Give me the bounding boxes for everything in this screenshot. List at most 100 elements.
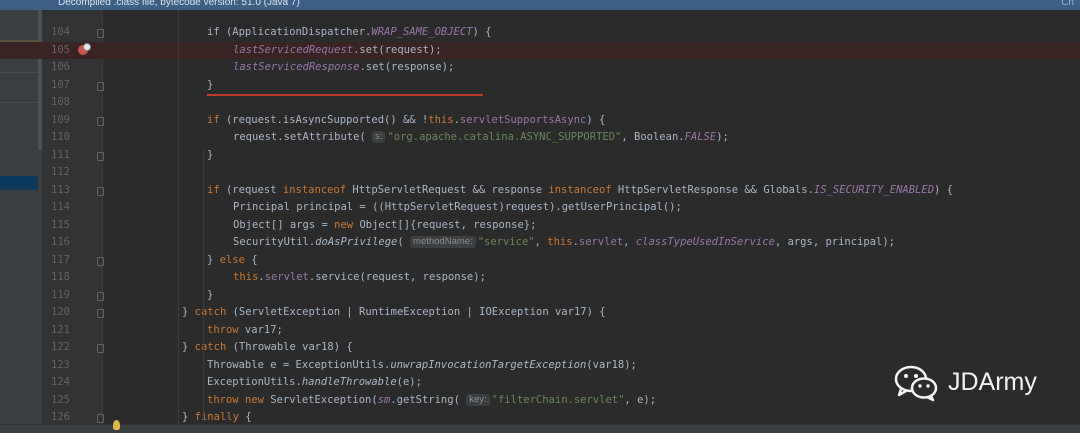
code-token: (request (219, 183, 283, 196)
code-token: this (428, 113, 454, 126)
code-line[interactable]: 109 if (request.isAsyncSupported() && !th… (0, 112, 1080, 130)
code-text: } catch (Throwable var18) { (182, 339, 353, 357)
line-number[interactable]: 110 (42, 129, 70, 147)
code-line[interactable]: 111} (0, 147, 1080, 165)
code-line[interactable]: 122 } catch (Throwable var18) { (0, 339, 1080, 357)
breakpoint-icon[interactable] (78, 42, 91, 55)
line-number[interactable]: 108 (42, 94, 70, 112)
code-token: Object[] args = (233, 218, 335, 231)
code-text: } (207, 287, 213, 305)
code-line-breakpoint[interactable]: 105 lastServicedRequest.set(request); (0, 41, 1080, 60)
code-token: throw (207, 323, 239, 336)
code-token: HttpServletRequest && response (346, 183, 549, 196)
code-token: classTypeUsedInService (635, 236, 775, 248)
line-number[interactable]: 112 (42, 164, 70, 182)
line-number[interactable]: 105 (42, 42, 70, 60)
fold-marker-icon[interactable] (97, 151, 104, 161)
code-token: } (207, 253, 220, 266)
code-token: Object[]{request, response}; (353, 218, 537, 231)
code-token: servlet (264, 271, 309, 283)
fold-marker-icon[interactable] (97, 344, 104, 353)
watermark: JDArmy (892, 362, 1037, 402)
fold-marker-icon[interactable] (97, 309, 104, 318)
fold-marker-icon[interactable] (97, 186, 104, 196)
fold-marker-icon[interactable] (97, 116, 104, 126)
code-token: instanceof (548, 183, 612, 196)
code-token: sm (377, 393, 391, 406)
code-token: .set(request); (353, 43, 442, 56)
line-number[interactable]: 123 (42, 357, 70, 375)
code-line[interactable]: 112 (0, 164, 1080, 182)
line-number[interactable]: 113 (42, 182, 70, 200)
line-number[interactable]: 120 (42, 304, 70, 322)
code-line[interactable]: 106 lastServicedResponse.set(response); (0, 59, 1080, 77)
code-line[interactable]: 108 (0, 94, 1080, 112)
code-token: catch (194, 341, 227, 353)
line-number[interactable]: 116 (42, 234, 70, 252)
code-token: finally (194, 411, 239, 423)
line-number[interactable]: 115 (42, 217, 70, 235)
code-token: if (207, 183, 220, 196)
line-number[interactable]: 106 (42, 59, 70, 77)
code-line[interactable]: 115 Object[] args = new Object[]{request,… (0, 217, 1080, 235)
code-line[interactable]: 113 if (request instanceof HttpServletReq… (0, 182, 1080, 200)
code-token: .getString( (390, 393, 467, 406)
code-line[interactable]: 119} (0, 287, 1080, 305)
code-token: , Boolean. (621, 131, 685, 143)
code-token: if (207, 113, 220, 126)
code-token: Throwable e = ExceptionUtils. (207, 358, 391, 371)
line-number[interactable]: 107 (42, 77, 70, 95)
line-number[interactable]: 119 (42, 287, 70, 305)
line-number[interactable]: 118 (42, 269, 70, 287)
lightbulb-icon[interactable] (113, 420, 120, 430)
code-line[interactable]: 110 request.setAttribute( s: "org.apache.c… (0, 129, 1080, 147)
choose-sources-link[interactable]: Ch (1061, 0, 1074, 8)
fold-marker-icon[interactable] (97, 256, 104, 266)
code-text: throw new ServletException(sm.getString(… (207, 392, 656, 410)
code-line[interactable]: 121 throw var17; (0, 322, 1080, 340)
indent-guide (203, 150, 204, 420)
code-token: else (219, 253, 245, 266)
code-text: this.servlet.service(request, response); (233, 269, 486, 287)
code-text: SecurityUtil.doAsPrivilege( methodName: "… (233, 234, 895, 252)
line-number[interactable]: 114 (42, 199, 70, 217)
fold-marker-icon[interactable] (97, 29, 104, 38)
line-number[interactable]: 124 (42, 374, 70, 392)
code-line[interactable]: 120 } catch (ServletException | RuntimeEx… (0, 304, 1080, 322)
wechat-logo-icon (894, 365, 938, 402)
fold-marker-icon[interactable] (97, 414, 104, 423)
code-line[interactable]: 114 Principal principal = ((HttpServletRe… (0, 199, 1080, 217)
line-number[interactable]: 121 (42, 322, 70, 340)
code-token: "service" (477, 236, 535, 248)
line-number[interactable]: 104 (42, 24, 70, 42)
decompiled-banner: Decompiled .class file, bytecode version… (0, 0, 1080, 10)
code-text: if (ApplicationDispatcher.WRAP_SAME_OBJE… (207, 24, 492, 42)
parameter-hint: key: (466, 393, 490, 406)
code-token: request.setAttribute( (233, 131, 373, 143)
code-token: ); (716, 131, 729, 143)
line-number[interactable]: 117 (42, 252, 70, 270)
code-token: } (207, 78, 214, 91)
code-line[interactable]: 107} (0, 77, 1080, 95)
code-token: ( (397, 236, 411, 248)
code-line[interactable]: 118 this.servlet.service(request, respons… (0, 269, 1080, 287)
code-text: } catch (ServletException | RuntimeExcep… (182, 304, 606, 322)
code-token: unwrapInvocationTargetException (390, 358, 587, 371)
code-token: var17; (238, 323, 283, 336)
code-token: { (238, 411, 252, 423)
indent-guide (178, 10, 179, 432)
code-line[interactable]: 117} else { (0, 252, 1080, 270)
line-number[interactable]: 122 (42, 339, 70, 357)
code-token: .set(response); (359, 61, 455, 73)
code-line[interactable]: 116 SecurityUtil.doAsPrivilege( methodNam… (0, 234, 1080, 252)
fold-marker-icon[interactable] (97, 81, 104, 91)
code-line[interactable]: 104 if (ApplicationDispatcher.WRAP_SAME_O… (0, 24, 1080, 42)
code-token: , e); (624, 393, 657, 406)
code-token: } (207, 288, 214, 301)
code-text: ExceptionUtils.handleThrowable(e); (207, 374, 422, 392)
fold-marker-icon[interactable] (97, 291, 104, 301)
code-text: if (request.isAsyncSupported() && !this.… (207, 112, 605, 130)
line-number[interactable]: 109 (42, 112, 70, 130)
line-number[interactable]: 111 (42, 147, 70, 165)
line-number[interactable]: 125 (42, 392, 70, 410)
